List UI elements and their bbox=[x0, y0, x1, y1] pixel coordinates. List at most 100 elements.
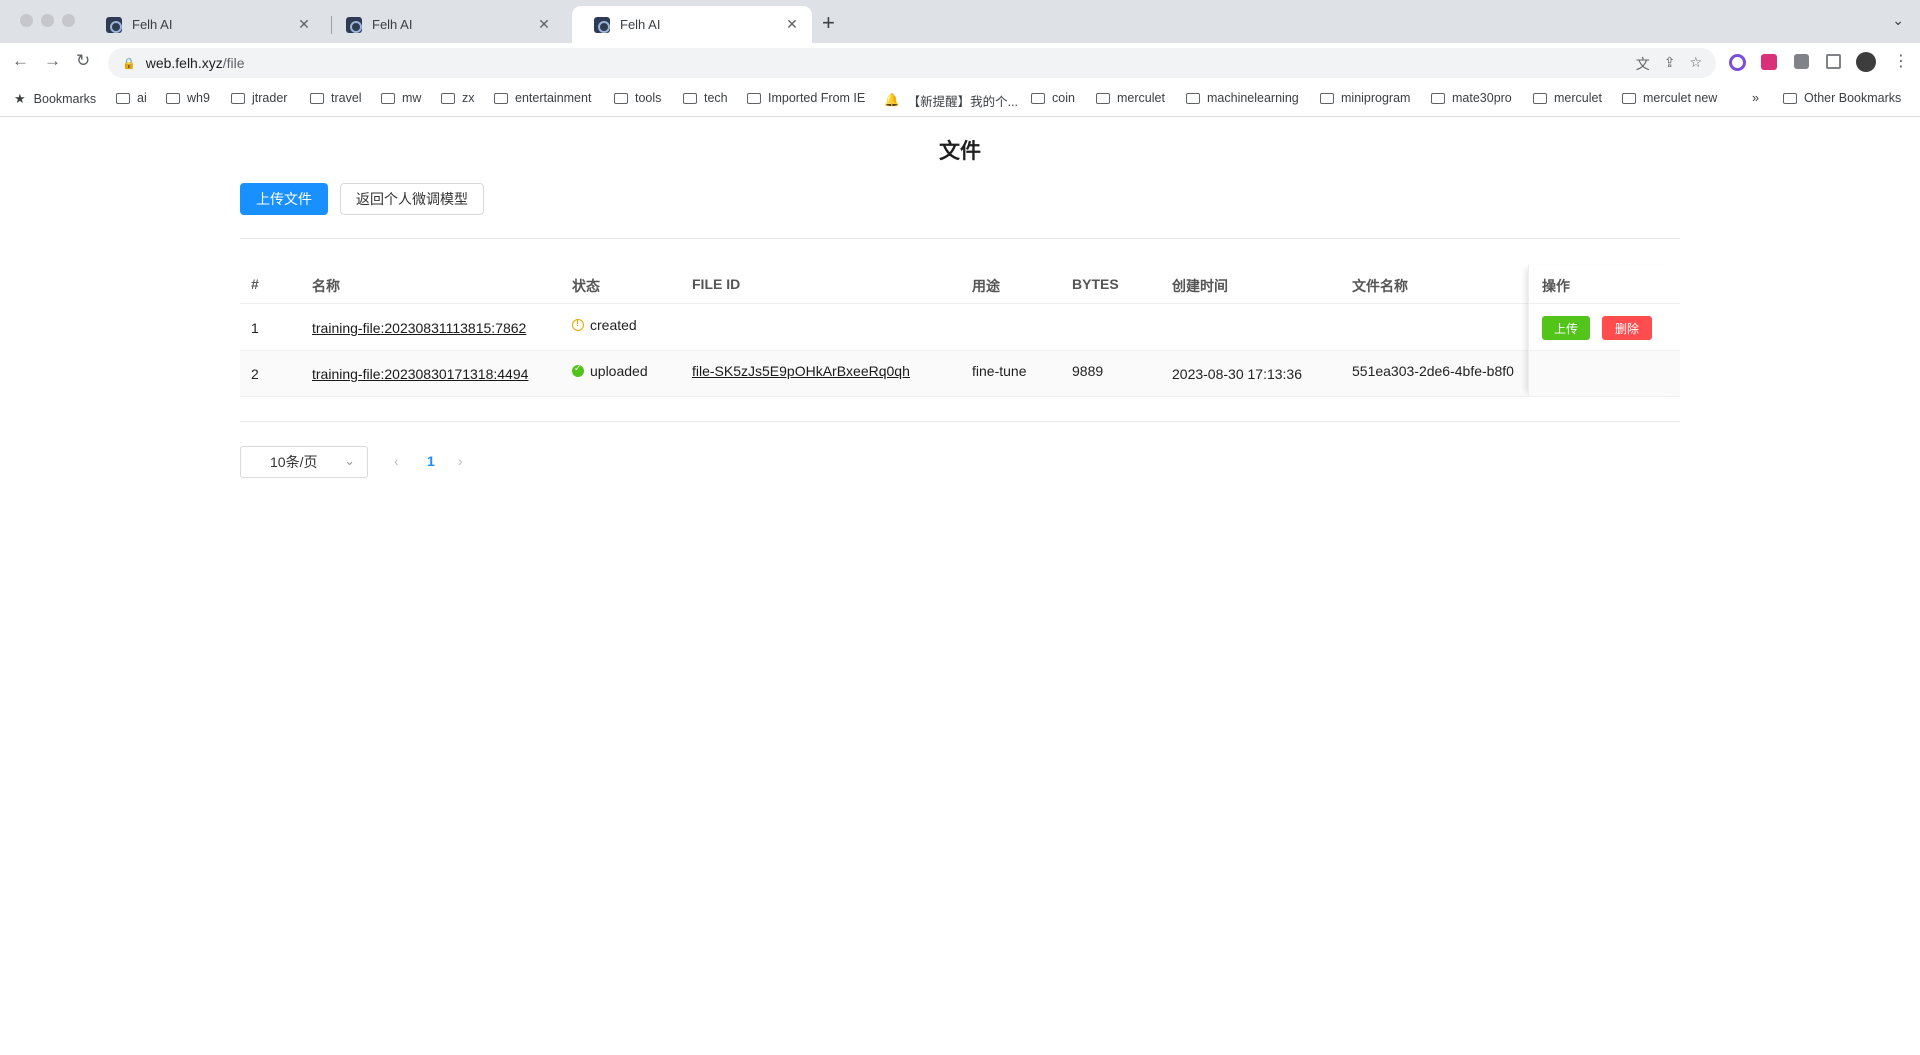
page-size-select[interactable]: 10条/页 ⌄ bbox=[240, 446, 368, 478]
bookmark-folder[interactable]: entertainment bbox=[494, 91, 591, 105]
bookmarks-button[interactable]: ★ Bookmarks bbox=[14, 91, 96, 107]
folder-icon bbox=[1031, 92, 1045, 104]
column-header-index: # bbox=[251, 276, 259, 292]
bookmark-folder[interactable]: machinelearning bbox=[1186, 91, 1299, 105]
page-number-current[interactable]: 1 bbox=[427, 453, 435, 469]
bookmark-folder[interactable]: wh9 bbox=[166, 91, 210, 105]
check-circle-icon bbox=[572, 363, 584, 377]
bookmark-folder[interactable]: jtrader bbox=[231, 91, 287, 105]
table-row: 2 training-file:20230830171318:4494 uplo… bbox=[240, 351, 1680, 397]
bookmark-folder[interactable]: miniprogram bbox=[1320, 91, 1410, 105]
page-title: 文件 bbox=[939, 140, 981, 163]
next-page-icon[interactable]: › bbox=[458, 453, 463, 469]
reload-icon[interactable]: ↻ bbox=[76, 51, 90, 71]
browser-tabbar: Felh AI ✕ Felh AI ✕ Felh AI ✕ + ⌄ bbox=[0, 0, 1920, 43]
folder-icon bbox=[166, 92, 180, 104]
url-path: /file bbox=[222, 55, 245, 71]
folder-icon bbox=[381, 92, 395, 104]
extension-color-icon[interactable] bbox=[1729, 54, 1746, 71]
status-text: created bbox=[590, 317, 637, 333]
browser-tab[interactable]: Felh AI ✕ bbox=[324, 6, 564, 43]
site-favicon-icon bbox=[106, 16, 122, 33]
divider bbox=[240, 421, 1680, 422]
file-name-link[interactable]: training-file:20230831113815:7862 bbox=[312, 320, 526, 336]
lock-icon[interactable]: 🔒 bbox=[122, 57, 136, 70]
address-bar[interactable]: 🔒 web.felh.xyz/file 文 ⇪ ☆ bbox=[108, 48, 1716, 78]
column-header-created-at: 创建时间 bbox=[1172, 278, 1228, 294]
warning-circle-icon bbox=[572, 318, 584, 331]
bookmark-folder[interactable]: merculet new bbox=[1622, 91, 1717, 105]
star-icon: ★ bbox=[14, 91, 26, 106]
folder-icon bbox=[1533, 92, 1547, 104]
upload-file-button[interactable]: 上传文件 bbox=[240, 183, 328, 215]
bookmark-folder[interactable]: travel bbox=[310, 91, 362, 105]
share-icon[interactable]: ⇪ bbox=[1664, 54, 1676, 74]
folder-icon bbox=[1622, 92, 1636, 104]
site-favicon-icon bbox=[346, 16, 362, 33]
folder-icon bbox=[614, 92, 628, 104]
tab-title: Felh AI bbox=[620, 17, 661, 32]
purpose-cell: fine-tune bbox=[972, 363, 1027, 379]
bookmark-folder[interactable]: merculet bbox=[1096, 91, 1165, 105]
bookmark-folder[interactable]: merculet bbox=[1533, 91, 1602, 105]
status-badge: created bbox=[572, 317, 637, 333]
close-tab-icon[interactable]: ✕ bbox=[784, 16, 800, 33]
bookmark-folder[interactable]: tech bbox=[683, 91, 728, 105]
extensions-puzzle-icon[interactable] bbox=[1794, 54, 1809, 69]
bookmark-star-icon[interactable]: ☆ bbox=[1689, 54, 1702, 74]
site-favicon-icon bbox=[594, 16, 610, 33]
chevron-down-icon: ⌄ bbox=[344, 453, 355, 468]
translate-icon[interactable]: 文 bbox=[1636, 54, 1650, 74]
more-menu-icon[interactable]: ⋮ bbox=[1893, 51, 1909, 71]
folder-icon bbox=[441, 92, 455, 104]
other-bookmarks-folder[interactable]: Other Bookmarks bbox=[1783, 91, 1901, 105]
folder-icon bbox=[494, 92, 508, 104]
profile-avatar[interactable] bbox=[1856, 52, 1876, 72]
minimize-window-button[interactable] bbox=[41, 14, 54, 27]
prev-page-icon[interactable]: ‹ bbox=[394, 453, 399, 469]
bookmark-folder[interactable]: mate30pro bbox=[1431, 91, 1512, 105]
column-header-file-id: FILE ID bbox=[692, 276, 741, 292]
fixed-actions-column bbox=[1528, 265, 1680, 397]
bell-icon: 🔔 bbox=[884, 93, 900, 107]
folder-icon bbox=[1320, 92, 1334, 104]
tab-search-chevron-icon[interactable]: ⌄ bbox=[1892, 12, 1904, 29]
bookmark-folder[interactable]: ai bbox=[116, 91, 147, 105]
column-header-bytes: BYTES bbox=[1072, 276, 1119, 292]
folder-icon bbox=[231, 92, 245, 104]
bookmark-folder[interactable]: zx bbox=[441, 91, 475, 105]
bookmark-folder[interactable]: Imported From IE bbox=[747, 91, 865, 105]
page-size-value: 10条/页 bbox=[270, 454, 318, 470]
close-window-button[interactable] bbox=[20, 14, 33, 27]
bookmark-folder[interactable]: coin bbox=[1031, 91, 1075, 105]
tab-title: Felh AI bbox=[132, 17, 173, 32]
bytes-cell: 9889 bbox=[1072, 363, 1104, 379]
bookmark-folder[interactable]: mw bbox=[381, 91, 421, 105]
file-name-link[interactable]: training-file:20230830171318:4494 bbox=[312, 366, 528, 382]
side-panel-icon[interactable] bbox=[1826, 54, 1841, 69]
browser-toolbar: ← → ↻ 🔒 web.felh.xyz/file 文 ⇪ ☆ ⋮ bbox=[0, 43, 1920, 83]
close-tab-icon[interactable]: ✕ bbox=[296, 16, 312, 33]
browser-tab[interactable]: Felh AI ✕ bbox=[84, 6, 324, 43]
browser-tab-active[interactable]: Felh AI ✕ bbox=[572, 6, 812, 43]
maximize-window-button[interactable] bbox=[62, 14, 75, 27]
close-tab-icon[interactable]: ✕ bbox=[536, 16, 552, 33]
url-host: web.felh.xyz bbox=[145, 55, 223, 71]
status-badge: uploaded bbox=[572, 363, 648, 379]
extension-translate-icon[interactable] bbox=[1761, 54, 1777, 70]
folder-icon bbox=[683, 92, 697, 104]
back-to-models-button[interactable]: 返回个人微调模型 bbox=[340, 183, 484, 215]
column-header-purpose: 用途 bbox=[972, 278, 1000, 294]
row-index: 1 bbox=[251, 320, 259, 336]
file-id-link[interactable]: file-SK5zJs5E9pOHkArBxeeRq0qh bbox=[692, 363, 910, 379]
folder-icon bbox=[1783, 92, 1797, 104]
row-index: 2 bbox=[251, 366, 259, 382]
back-arrow-icon[interactable]: ← bbox=[12, 51, 29, 71]
more-bookmarks-button[interactable]: » bbox=[1752, 91, 1759, 105]
forward-arrow-icon[interactable]: → bbox=[44, 51, 61, 71]
bookmark-link[interactable]: 🔔 【新提醒】我的个... bbox=[884, 91, 1018, 110]
bookmark-folder[interactable]: tools bbox=[614, 91, 661, 105]
column-header-status: 状态 bbox=[572, 278, 600, 294]
new-tab-icon[interactable]: + bbox=[822, 10, 835, 36]
status-text: uploaded bbox=[590, 363, 648, 379]
